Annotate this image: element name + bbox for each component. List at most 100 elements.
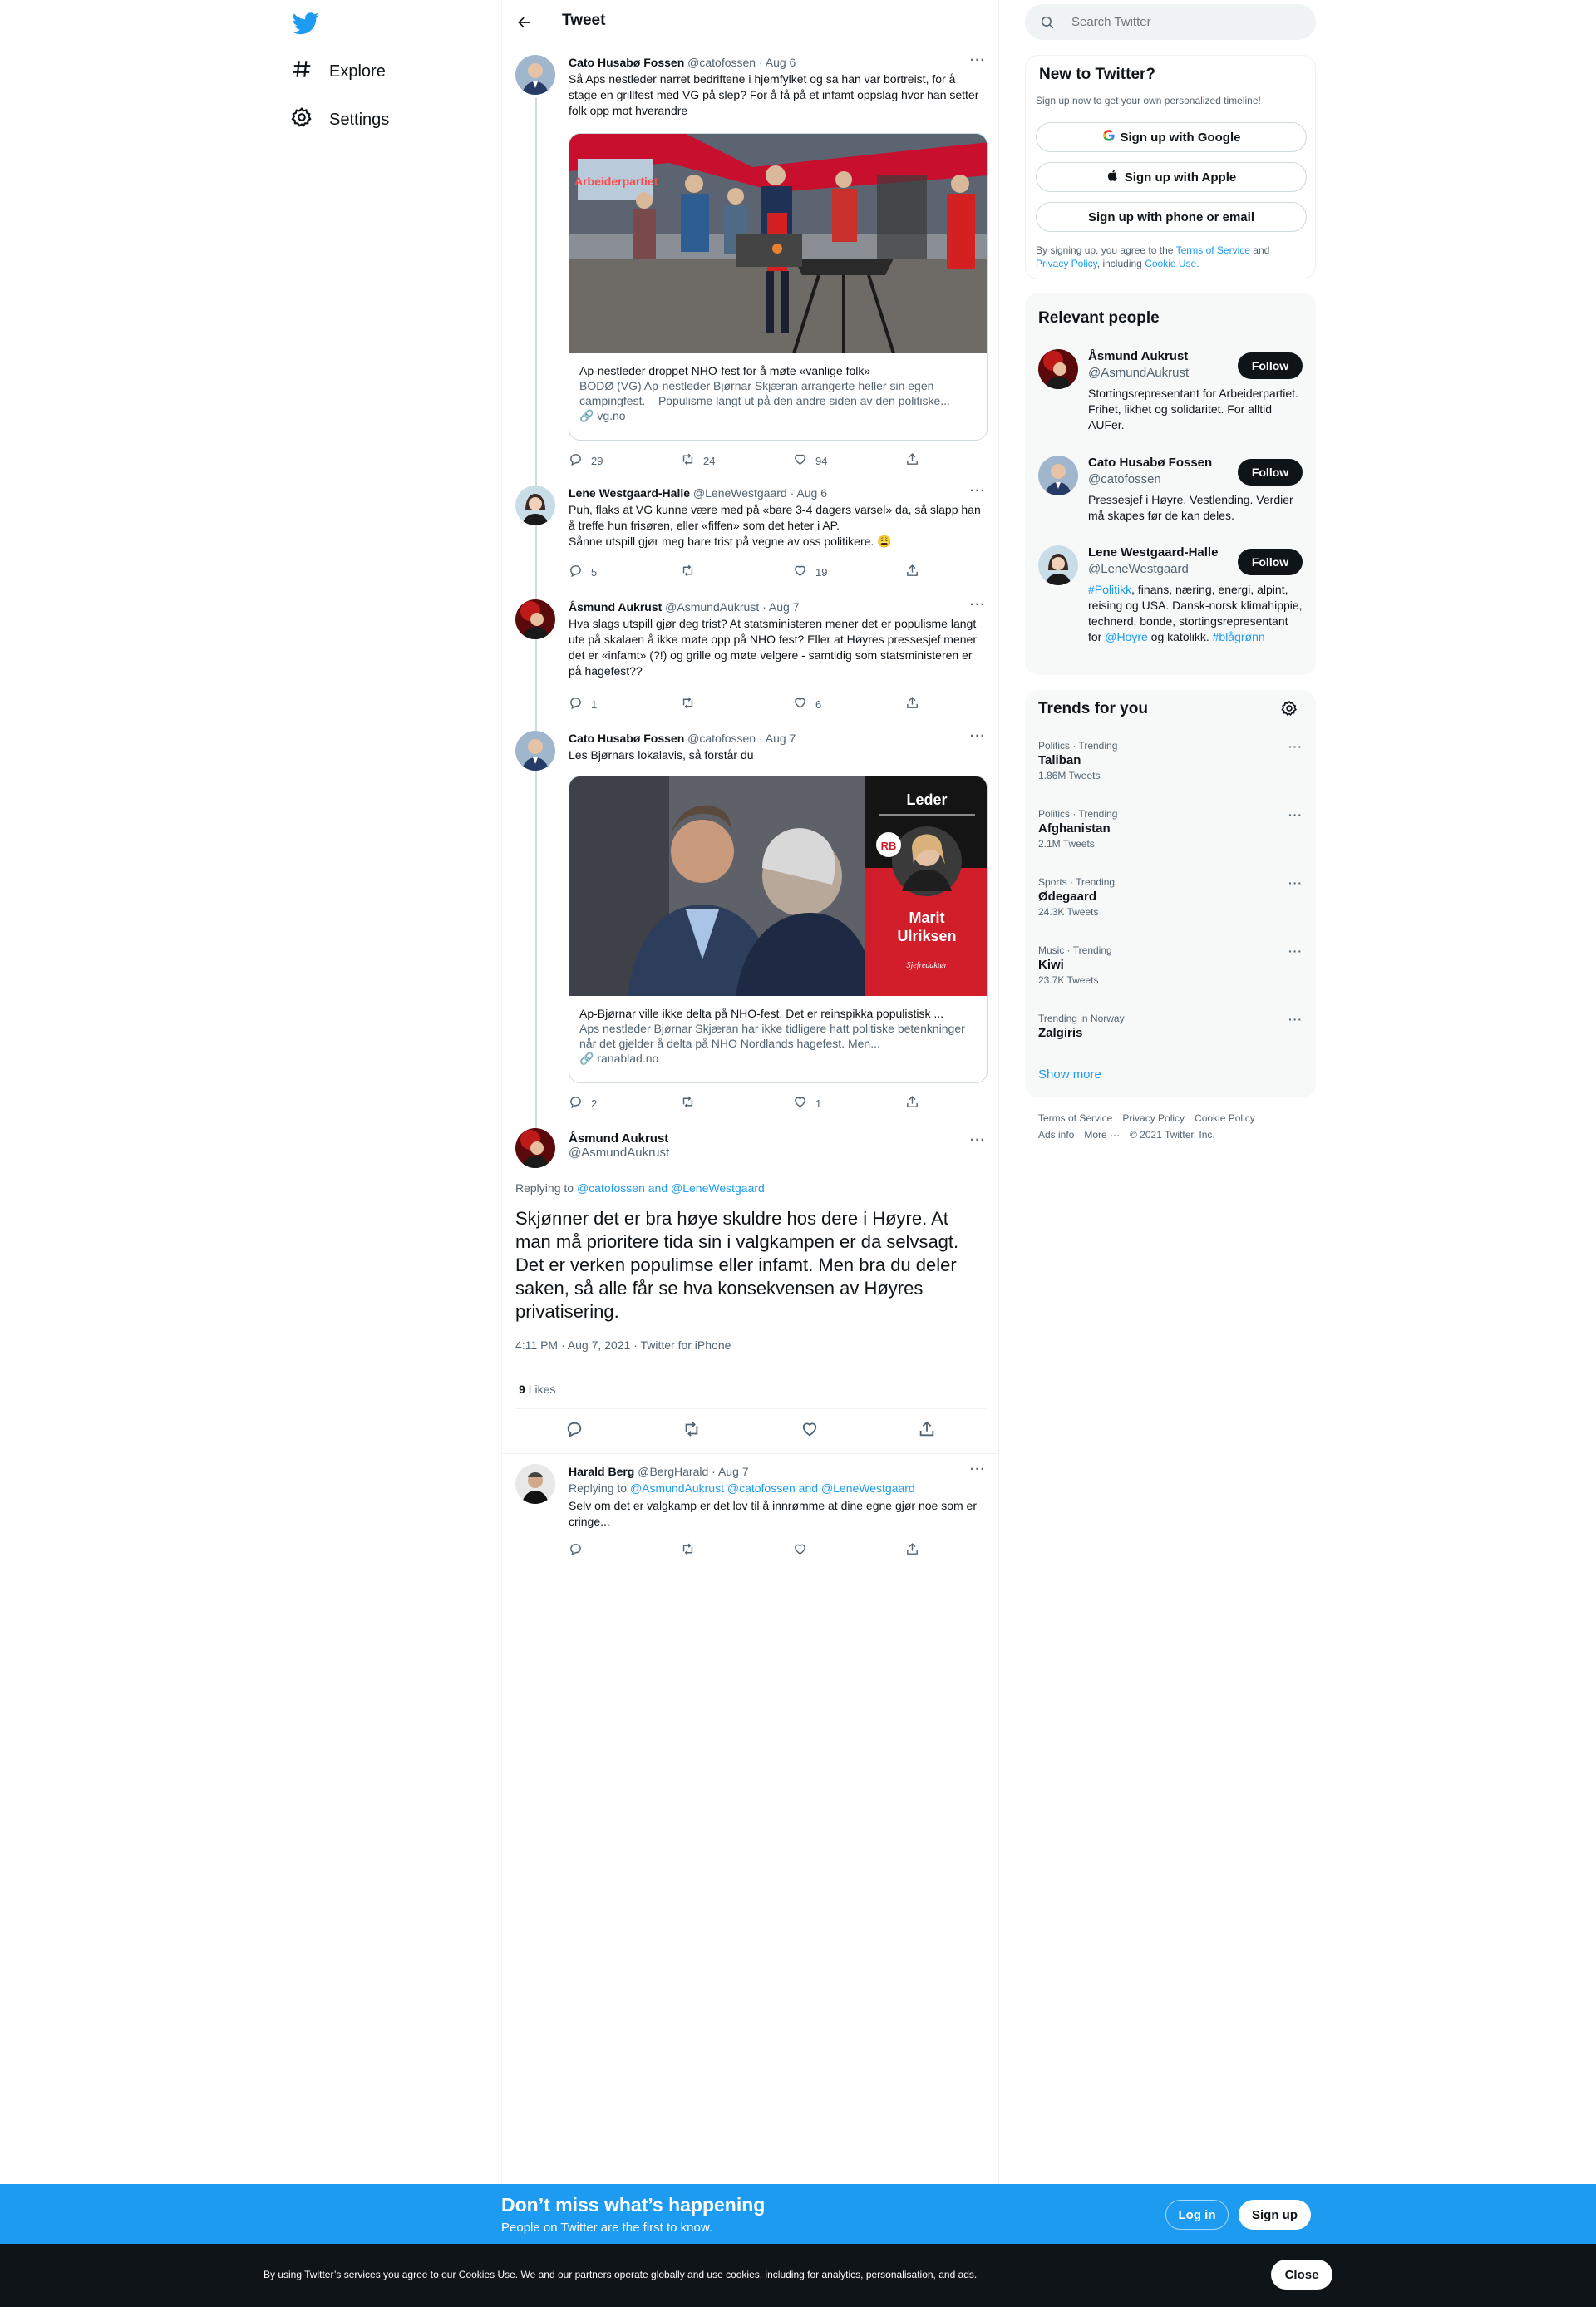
avatar[interactable] — [515, 1128, 555, 1168]
more-options-icon[interactable]: ··· — [1288, 944, 1303, 958]
person-handle[interactable]: @catofossen — [1088, 472, 1161, 486]
link-card[interactable]: Leder RB Marit Ulriksen Sjefredaktør Ap-B… — [569, 776, 988, 1083]
back-button[interactable] — [514, 12, 535, 33]
gear-icon[interactable] — [1281, 700, 1298, 721]
more-options-icon[interactable]: ··· — [970, 729, 986, 744]
like-button[interactable] — [793, 1542, 905, 1559]
follow-button[interactable]: Follow — [1238, 549, 1303, 575]
share-button[interactable] — [905, 1095, 1017, 1112]
share-button[interactable] — [905, 452, 1017, 469]
like-button[interactable]: 1 — [793, 1095, 905, 1112]
signup-apple-button[interactable]: Sign up with Apple — [1036, 162, 1307, 192]
signup-button[interactable]: Sign up — [1239, 2200, 1311, 2230]
reply-button[interactable]: 1 — [569, 696, 681, 712]
retweet-button[interactable] — [681, 696, 793, 712]
tweet[interactable]: Lene Westgaard-Halle @LeneWestgaard · Au… — [515, 484, 986, 584]
more-options-icon[interactable]: ··· — [970, 1133, 986, 1148]
more-options-icon[interactable]: ··· — [1288, 1013, 1303, 1026]
share-button[interactable] — [905, 564, 1017, 580]
tweet-date[interactable]: · Aug 7 — [712, 1465, 748, 1478]
likes-row[interactable]: 9 Likes — [519, 1383, 555, 1396]
person-item[interactable]: Lene Westgaard-Halle @LeneWestgaard #Pol… — [1038, 545, 1303, 662]
like-button[interactable]: 6 — [793, 696, 905, 712]
replying-to-link[interactable]: @AsmundAukrust @catofossen and @LeneWest… — [630, 1481, 915, 1495]
person-name[interactable]: Åsmund Aukrust — [1088, 349, 1188, 363]
avatar[interactable] — [515, 1464, 555, 1504]
tweet-author-name[interactable]: Cato Husabø Fossen — [569, 56, 684, 69]
close-button[interactable]: Close — [1271, 2260, 1332, 2290]
trend-item[interactable]: Politics · Trending Taliban 1.86M Tweets… — [1038, 740, 1303, 781]
retweet-button[interactable] — [681, 1095, 793, 1112]
retweet-button[interactable]: 24 — [681, 452, 793, 469]
avatar[interactable] — [515, 486, 555, 525]
hashtag-link[interactable]: #Politikk — [1088, 583, 1131, 596]
person-name[interactable]: Lene Westgaard-Halle — [1088, 545, 1218, 559]
more-options-icon[interactable]: ··· — [970, 1462, 986, 1477]
tweet-author-name[interactable]: Cato Husabø Fossen — [569, 732, 684, 745]
nav-explore[interactable]: Explore — [291, 55, 386, 88]
avatar[interactable] — [515, 731, 555, 771]
tweet-author-handle[interactable]: @catofossen — [687, 732, 756, 745]
footer-ads-link[interactable]: Ads info — [1038, 1129, 1074, 1141]
avatar[interactable] — [1038, 545, 1078, 585]
more-options-icon[interactable]: ··· — [1288, 808, 1303, 821]
trend-item[interactable]: Trending in Norway Zalgiris ··· — [1038, 1013, 1303, 1040]
tweet-author-name[interactable]: Harald Berg — [569, 1465, 634, 1478]
reply-button[interactable] — [569, 1542, 681, 1559]
link-card[interactable]: Arbeiderpartiet Ap-nestleder droppet NHO… — [569, 133, 988, 441]
tweet[interactable]: Åsmund Aukrust @AsmundAukrust · Aug 7 ··… — [515, 598, 986, 716]
person-handle[interactable]: @LeneWestgaard — [1088, 562, 1189, 576]
reply-tweet[interactable]: Harald Berg @BergHarald · Aug 7 ··· Repl… — [515, 1462, 986, 1556]
person-name[interactable]: Cato Husabø Fossen — [1088, 456, 1212, 470]
share-button[interactable] — [905, 696, 1017, 712]
tweet-author-handle[interactable]: @LeneWestgaard — [693, 486, 787, 500]
footer-terms-link[interactable]: Terms of Service — [1038, 1112, 1112, 1124]
privacy-link[interactable]: Privacy Policy — [1036, 258, 1097, 269]
retweet-button[interactable] — [681, 1542, 793, 1559]
trend-item[interactable]: Sports · Trending Ødegaard 24.3K Tweets … — [1038, 876, 1303, 918]
tweet-date[interactable]: · Aug 7 — [762, 600, 799, 614]
signup-phone-button[interactable]: Sign up with phone or email — [1036, 202, 1307, 232]
like-button[interactable]: 94 — [793, 452, 905, 469]
share-button[interactable] — [905, 1542, 1017, 1559]
terms-link[interactable]: Terms of Service — [1176, 244, 1250, 256]
avatar[interactable] — [1038, 456, 1078, 495]
show-more-link[interactable]: Show more — [1038, 1067, 1101, 1082]
tweet-author-handle[interactable]: @AsmundAukrust — [665, 600, 759, 614]
trend-item[interactable]: Politics · Trending Afghanistan 2.1M Twe… — [1038, 808, 1303, 850]
more-options-icon[interactable]: ··· — [970, 53, 986, 68]
avatar[interactable] — [515, 55, 555, 95]
tweet-date[interactable]: · Aug 6 — [759, 56, 796, 69]
tweet-date[interactable]: · Aug 7 — [759, 732, 796, 745]
avatar[interactable] — [1038, 349, 1078, 389]
trend-item[interactable]: Music · Trending Kiwi 23.7K Tweets ··· — [1038, 944, 1303, 986]
heart-icon[interactable] — [800, 1420, 819, 1442]
twitter-bird-icon[interactable] — [292, 10, 319, 37]
focus-author-name[interactable]: Åsmund Aukrust — [569, 1131, 986, 1146]
like-button[interactable]: 19 — [793, 564, 905, 580]
more-options-icon[interactable]: ··· — [1288, 740, 1303, 753]
retweet-button[interactable] — [681, 564, 793, 580]
search-input[interactable] — [1071, 4, 1304, 40]
tweet[interactable]: Cato Husabø Fossen @catofossen · Aug 7 ·… — [515, 729, 988, 1113]
retweet-icon[interactable] — [682, 1420, 701, 1442]
follow-button[interactable]: Follow — [1238, 459, 1303, 486]
focus-author-handle[interactable]: @AsmundAukrust — [569, 1146, 986, 1160]
tweet-author-name[interactable]: Åsmund Aukrust — [569, 600, 662, 614]
tweet-author-handle[interactable]: @catofossen — [687, 56, 756, 69]
signup-google-button[interactable]: Sign up with Google — [1036, 122, 1307, 152]
tweet-author-name[interactable]: Lene Westgaard-Halle — [569, 486, 690, 500]
reply-icon[interactable] — [565, 1420, 584, 1442]
avatar[interactable] — [515, 599, 555, 639]
person-item[interactable]: Cato Husabø Fossen @catofossen Pressesje… — [1038, 456, 1303, 530]
tweet-date[interactable]: · Aug 6 — [791, 486, 827, 500]
more-options-icon[interactable]: ··· — [1288, 876, 1303, 890]
more-options-icon[interactable]: ··· — [970, 598, 986, 613]
hashtag-link[interactable]: #blågrønn — [1213, 630, 1265, 643]
nav-settings[interactable]: Settings — [291, 103, 389, 136]
footer-cookie-link[interactable]: Cookie Policy — [1195, 1112, 1255, 1124]
reply-button[interactable]: 29 — [569, 452, 681, 469]
tweet[interactable]: Cato Husabø Fossen @catofossen · Aug 6 ·… — [515, 53, 988, 471]
more-options-icon[interactable]: ··· — [970, 484, 986, 499]
mention-link[interactable]: @Hoyre — [1105, 630, 1148, 643]
